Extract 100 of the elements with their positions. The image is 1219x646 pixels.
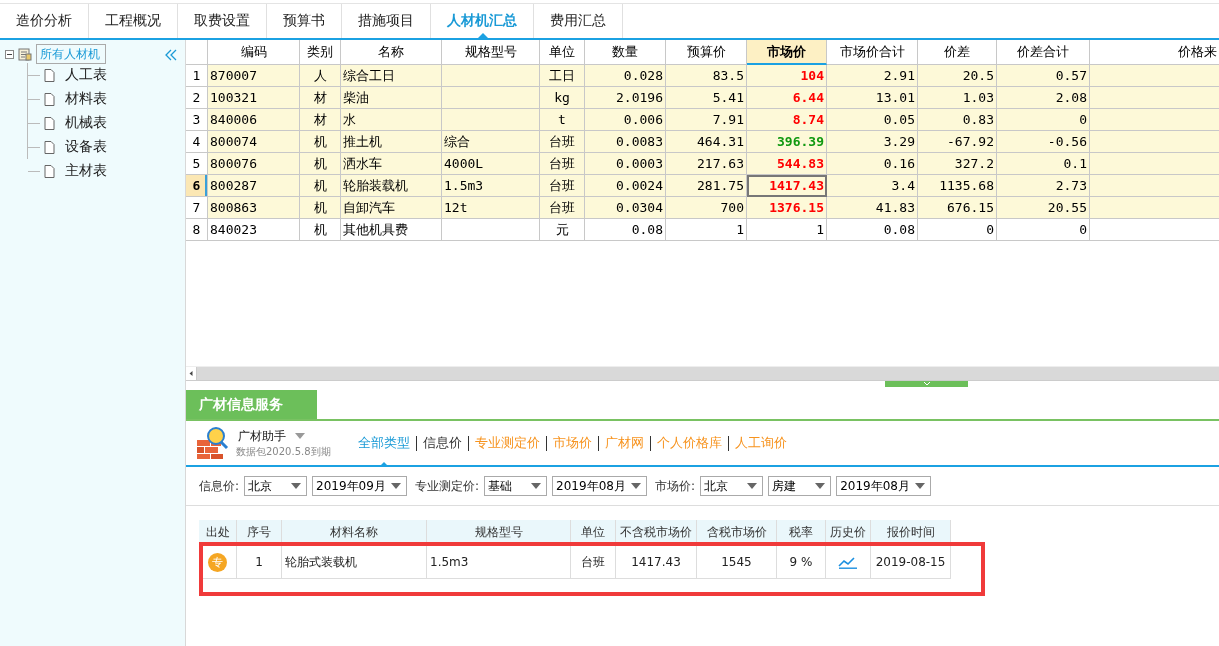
tab[interactable]: 工程概况 <box>89 4 178 38</box>
table-cell: 2.0196 <box>585 87 666 109</box>
table-cell: 1376.15 <box>747 197 827 219</box>
table-cell: 0.08 <box>827 219 918 241</box>
table-cell: 800076 <box>208 153 300 175</box>
tree-item[interactable]: 主材表 <box>65 162 107 180</box>
table-cell: 水 <box>341 109 442 131</box>
tree-item[interactable]: 人工表 <box>65 66 107 84</box>
table-cell: 104 <box>747 65 827 87</box>
table-cell: 1417.43 <box>616 546 697 579</box>
table-cell: 676.15 <box>918 197 997 219</box>
table-cell: 870007 <box>208 65 300 87</box>
tab[interactable]: 造价分析 <box>0 4 89 38</box>
package-note: 数据包2020.5.8到期 <box>236 444 332 459</box>
caret-icon[interactable] <box>531 483 542 489</box>
dropdown[interactable]: 基础 <box>484 476 548 496</box>
table-cell: 人 <box>300 65 341 87</box>
table-cell: 8.74 <box>747 109 827 131</box>
table-cell: 0.08 <box>585 219 666 241</box>
table-cell: 机 <box>300 131 341 153</box>
caret-icon[interactable] <box>815 483 826 489</box>
dropdown[interactable]: 房建 <box>768 476 832 496</box>
tab[interactable]: 预算书 <box>267 4 342 38</box>
row-number: 8 <box>186 219 208 241</box>
table-cell: 1 <box>237 546 282 579</box>
table-cell: 20.55 <box>997 197 1090 219</box>
horizontal-scrollbar[interactable] <box>186 366 1219 380</box>
splitter-handle[interactable] <box>885 381 968 387</box>
table-cell: 0.57 <box>997 65 1090 87</box>
filter-label: 专业测定价: <box>415 477 480 495</box>
dropdown[interactable]: 2019年09月 <box>312 476 408 496</box>
table-cell: 544.83 <box>747 153 827 175</box>
caret-icon[interactable] <box>747 483 758 489</box>
table-cell: kg <box>540 87 585 109</box>
line-chart-icon[interactable] <box>838 555 858 569</box>
table-cell: 1 <box>747 219 827 241</box>
table-cell: 材 <box>300 87 341 109</box>
table-cell: 综合 <box>442 131 540 153</box>
table-cell: 推土机 <box>341 131 442 153</box>
table-cell: 12t <box>442 197 540 219</box>
row-number: 6 <box>186 175 208 197</box>
table-cell: 2.73 <box>997 175 1090 197</box>
tab[interactable]: 取费设置 <box>178 4 267 38</box>
caret-icon[interactable] <box>631 483 642 489</box>
table-cell: 0.83 <box>918 109 997 131</box>
table-cell: 自卸汽车 <box>341 197 442 219</box>
tree-item[interactable]: 设备表 <box>65 138 107 156</box>
table-cell: 840006 <box>208 109 300 131</box>
caret-icon[interactable] <box>291 483 302 489</box>
table-cell: 元 <box>540 219 585 241</box>
document-icon <box>44 140 55 154</box>
scroll-left-icon[interactable] <box>186 367 197 380</box>
table-cell: 机 <box>300 219 341 241</box>
table-cell: 327.2 <box>918 153 997 175</box>
collapse-panel-icon[interactable] <box>164 48 178 62</box>
caret-icon[interactable] <box>915 483 926 489</box>
caret-icon[interactable] <box>391 483 402 489</box>
table-cell: 3.29 <box>827 131 918 153</box>
table-cell: 13.01 <box>827 87 918 109</box>
collapse-box-icon[interactable] <box>5 49 14 59</box>
column-header[interactable]: 市场价 <box>747 40 827 65</box>
table-cell: 20.5 <box>918 65 997 87</box>
table-cell: 机 <box>300 197 341 219</box>
dropdown[interactable]: 北京 <box>700 476 764 496</box>
dropdown[interactable]: 北京 <box>244 476 308 496</box>
caret-icon[interactable] <box>295 433 305 439</box>
table-cell: 0 <box>997 219 1090 241</box>
table-cell: 0 <box>997 109 1090 131</box>
table-cell: 机 <box>300 153 341 175</box>
tab[interactable]: 费用汇总 <box>534 4 623 38</box>
tree-item[interactable]: 机械表 <box>65 114 107 132</box>
table-cell: 0.0304 <box>585 197 666 219</box>
filter-label: 信息价: <box>199 477 240 495</box>
table-cell: 1.5m3 <box>442 175 540 197</box>
dropdown[interactable]: 2019年08月 <box>552 476 648 496</box>
table-cell: 6.44 <box>747 87 827 109</box>
document-icon <box>44 68 55 82</box>
table-cell: 其他机具费 <box>341 219 442 241</box>
table-cell: 1.03 <box>918 87 997 109</box>
table-cell: 0.16 <box>827 153 918 175</box>
table-cell: 台班 <box>540 175 585 197</box>
category-link[interactable]: 信息价 <box>417 434 468 452</box>
table-cell: 840023 <box>208 219 300 241</box>
tab[interactable]: 措施项目 <box>342 4 431 38</box>
header-corner <box>186 40 208 65</box>
table-cell: 台班 <box>540 197 585 219</box>
table-cell: 0.1 <box>997 153 1090 175</box>
table-cell: -67.92 <box>918 131 997 153</box>
document-icon <box>44 116 55 130</box>
table-cell: 281.75 <box>666 175 747 197</box>
tree-item[interactable]: 材料表 <box>65 90 107 108</box>
table-cell: 机 <box>300 175 341 197</box>
source-badge: 专 <box>208 552 227 572</box>
table-cell: 轮胎式装载机 <box>282 546 427 579</box>
table-cell: 0.028 <box>585 65 666 87</box>
assistant-label[interactable]: 广材助手 <box>238 427 286 445</box>
table-cell: 9 % <box>777 546 826 579</box>
dropdown[interactable]: 2019年08月 <box>836 476 932 496</box>
table-cell: 2019-08-15 <box>871 546 951 579</box>
table-cell: 0.05 <box>827 109 918 131</box>
